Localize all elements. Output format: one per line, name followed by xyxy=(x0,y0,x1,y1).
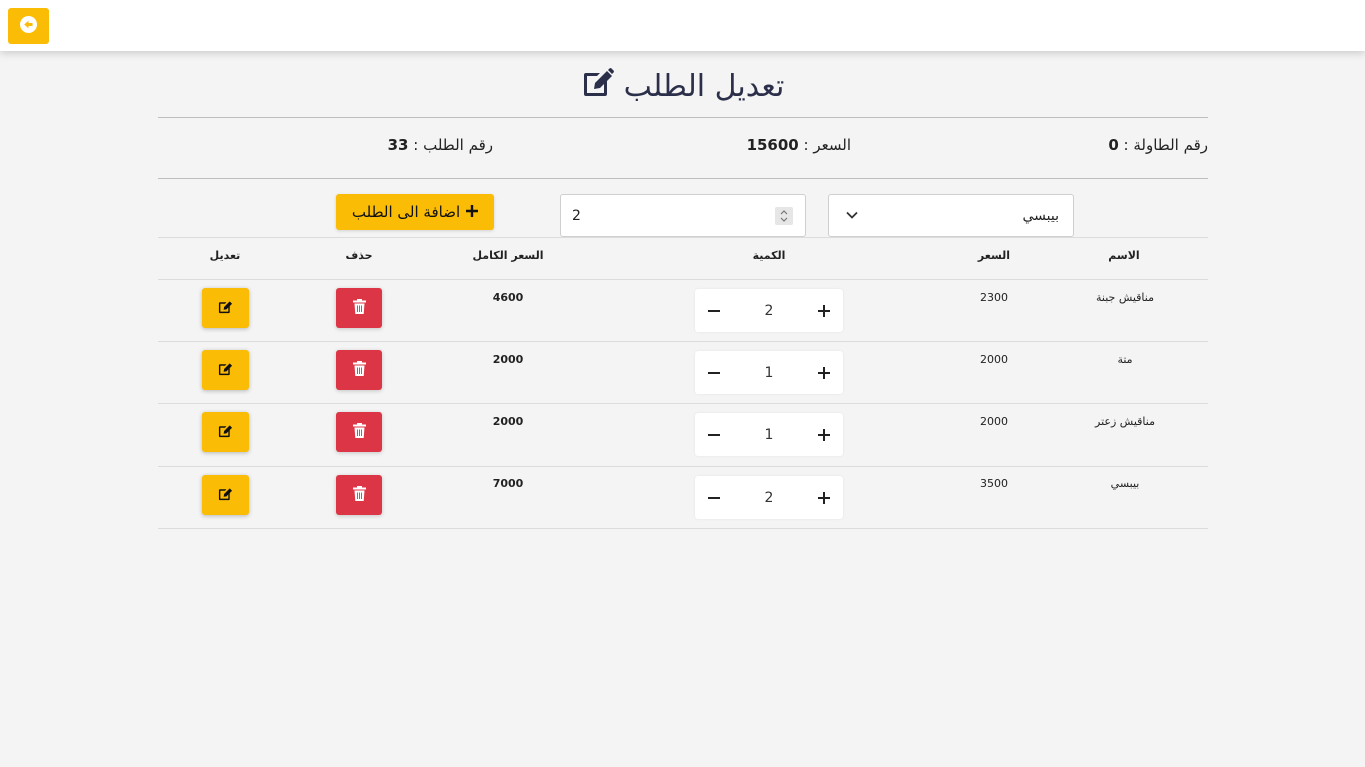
quantity-input[interactable]: 2 xyxy=(560,194,806,237)
quantity-input-value: 2 xyxy=(572,207,581,224)
price-label: السعر : xyxy=(803,136,851,154)
minus-icon[interactable] xyxy=(695,476,733,519)
title-divider xyxy=(158,117,1208,118)
back-button[interactable] xyxy=(8,8,49,44)
price-info: السعر : 15600 xyxy=(747,136,851,154)
edit-icon xyxy=(218,423,233,442)
plus-icon[interactable] xyxy=(805,289,843,332)
header-divider xyxy=(158,279,1208,280)
page-title-text: تعديل الطلب xyxy=(623,68,785,104)
row-price: 2000 xyxy=(980,415,1008,428)
table-number-value: 0 xyxy=(1108,136,1119,154)
minus-icon[interactable] xyxy=(695,413,733,456)
chevron-down-icon xyxy=(845,208,859,226)
order-number-info: رقم الطلب : 33 xyxy=(388,136,493,154)
row-name: متة xyxy=(1117,353,1133,366)
header-price: السعر xyxy=(977,249,1011,262)
item-select-value: بيبسي xyxy=(1022,207,1059,224)
plus-icon[interactable] xyxy=(805,476,843,519)
delete-button[interactable] xyxy=(336,288,382,328)
header-edit: تعديل xyxy=(209,249,241,262)
table-number-info: رقم الطاولة : 0 xyxy=(1108,136,1208,154)
delete-button[interactable] xyxy=(336,412,382,452)
header-name: الاسم xyxy=(1108,249,1140,262)
add-to-order-button[interactable]: اضافة الى الطلب xyxy=(336,194,494,230)
row-price: 2000 xyxy=(980,353,1008,366)
trash-icon xyxy=(352,360,366,380)
number-spinner[interactable] xyxy=(775,207,793,225)
row-divider xyxy=(158,403,1208,404)
row-divider xyxy=(158,466,1208,467)
table-top-border xyxy=(158,237,1208,238)
row-price: 3500 xyxy=(980,477,1008,490)
header-quantity: الكمية xyxy=(752,249,786,262)
quantity-stepper: 1 xyxy=(695,413,843,456)
row-name: بيبسي xyxy=(1110,477,1140,490)
quantity-value[interactable]: 2 xyxy=(733,476,805,519)
trash-icon xyxy=(352,422,366,442)
row-total: 2000 xyxy=(492,415,524,428)
plus-icon[interactable] xyxy=(805,413,843,456)
edit-square-icon xyxy=(582,66,614,106)
header-delete: حذف xyxy=(345,249,373,262)
edit-icon xyxy=(218,361,233,380)
quantity-value[interactable]: 1 xyxy=(733,351,805,394)
edit-button[interactable] xyxy=(202,475,249,515)
quantity-stepper: 1 xyxy=(695,351,843,394)
minus-icon[interactable] xyxy=(695,289,733,332)
row-divider xyxy=(158,341,1208,342)
top-navbar xyxy=(0,0,1365,51)
item-select[interactable]: بيبسي xyxy=(828,194,1074,237)
minus-icon[interactable] xyxy=(695,351,733,394)
edit-icon xyxy=(218,299,233,318)
row-price: 2300 xyxy=(980,291,1008,304)
row-name: مناقيش زعتر xyxy=(1095,415,1155,428)
trash-icon xyxy=(352,485,366,505)
quantity-stepper: 2 xyxy=(695,476,843,519)
quantity-value[interactable]: 2 xyxy=(733,289,805,332)
quantity-value[interactable]: 1 xyxy=(733,413,805,456)
edit-button[interactable] xyxy=(202,412,249,452)
edit-button[interactable] xyxy=(202,350,249,390)
row-total: 7000 xyxy=(492,477,524,490)
row-total: 2000 xyxy=(492,353,524,366)
order-number-label: رقم الطلب : xyxy=(413,136,493,154)
table-number-label: رقم الطاولة : xyxy=(1123,136,1208,154)
order-number-value: 33 xyxy=(387,136,409,154)
table-bottom-border xyxy=(158,528,1208,529)
delete-button[interactable] xyxy=(336,350,382,390)
add-to-order-label: اضافة الى الطلب xyxy=(351,203,461,221)
page-title: تعديل الطلب xyxy=(158,64,1208,108)
plus-icon xyxy=(466,203,479,221)
arrow-circle-left-icon xyxy=(20,15,37,37)
row-total: 4600 xyxy=(492,291,524,304)
delete-button[interactable] xyxy=(336,475,382,515)
header-total: السعر الكامل xyxy=(472,249,544,262)
row-name: مناقيش جبنة xyxy=(1096,291,1154,304)
plus-icon[interactable] xyxy=(805,351,843,394)
trash-icon xyxy=(352,298,366,318)
edit-button[interactable] xyxy=(202,288,249,328)
quantity-stepper: 2 xyxy=(695,289,843,332)
info-divider xyxy=(158,178,1208,179)
price-value: 15600 xyxy=(746,136,799,154)
edit-icon xyxy=(218,486,233,505)
